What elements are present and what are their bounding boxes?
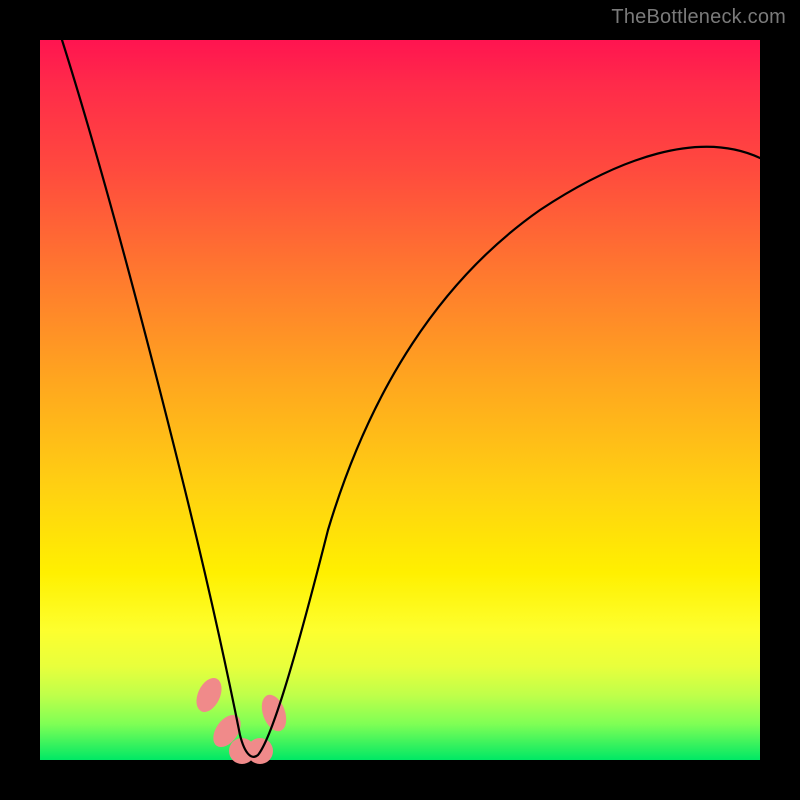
watermark-text: TheBottleneck.com: [611, 6, 786, 29]
bottleneck-curve: [62, 40, 760, 757]
marker-group: [191, 674, 290, 764]
marker-blob: [191, 674, 226, 716]
marker-blob: [257, 691, 291, 734]
plot-area: [40, 40, 760, 760]
chart-frame: TheBottleneck.com: [0, 0, 800, 800]
curve-svg: [40, 40, 760, 760]
